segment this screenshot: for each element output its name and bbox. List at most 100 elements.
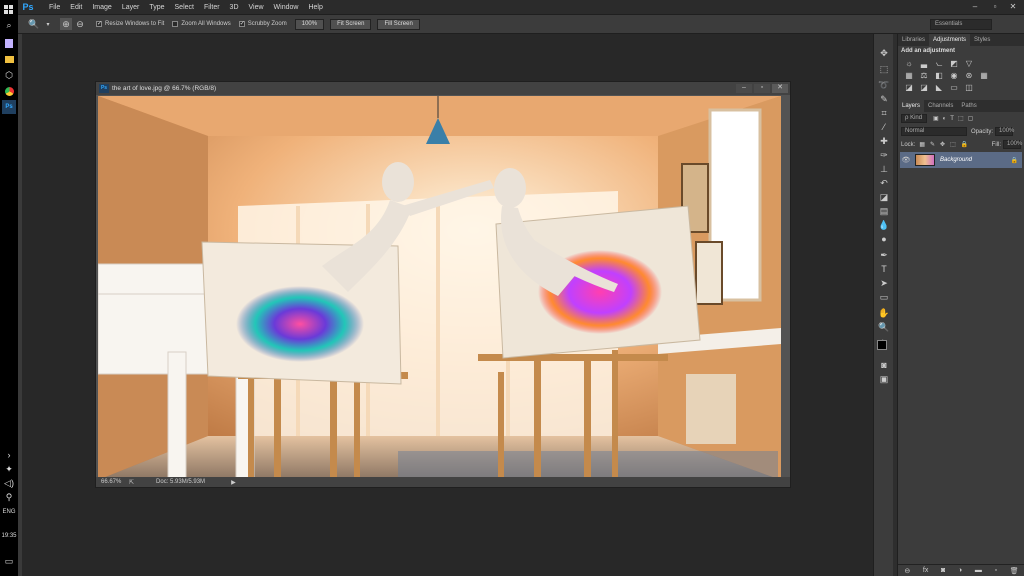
quick-mask-icon[interactable]: ◙ — [877, 358, 891, 372]
dodge-tool-icon[interactable]: ● — [877, 232, 891, 246]
menu-edit[interactable]: Edit — [65, 4, 87, 11]
brush-tool-icon[interactable]: ✑ — [877, 148, 891, 162]
pen-tool-icon[interactable]: ✒ — [877, 248, 891, 262]
fx-icon[interactable]: fx — [923, 567, 928, 574]
crop-tool-icon[interactable]: ⌗ — [877, 106, 891, 120]
shape-tool-icon[interactable]: ▭ — [877, 290, 891, 304]
canvas-image[interactable] — [98, 96, 781, 480]
zoom-100-button[interactable]: 100% — [294, 18, 325, 30]
filter-icons[interactable]: ▣◐T⬚▢ — [933, 115, 977, 122]
gradient-map-icon[interactable]: ▭ — [947, 82, 961, 94]
dropbox-icon[interactable]: ✦ — [2, 462, 16, 476]
vibrance-icon[interactable]: ▽ — [962, 58, 976, 70]
minimize-icon[interactable]: – — [966, 0, 984, 14]
zoom-all-windows-checkbox[interactable]: Zoom All Windows — [172, 21, 231, 27]
threshold-icon[interactable]: ◣ — [932, 82, 946, 94]
move-tool-icon[interactable]: ✥ — [877, 46, 891, 60]
menu-select[interactable]: Select — [170, 4, 199, 11]
menu-filter[interactable]: Filter — [199, 4, 225, 11]
tab-channels[interactable]: Channels — [924, 100, 957, 112]
file-explorer-icon[interactable] — [2, 52, 16, 66]
clock[interactable]: 19:35 — [0, 533, 18, 539]
opacity-field[interactable]: 100% — [995, 127, 1014, 136]
stamp-tool-icon[interactable]: ⊥ — [877, 162, 891, 176]
blur-tool-icon[interactable]: 💧 — [877, 218, 891, 232]
tab-libraries[interactable]: Libraries — [898, 34, 929, 46]
fit-screen-button[interactable]: Fit Screen — [330, 18, 372, 30]
curves-icon[interactable]: ⦦ — [932, 58, 946, 70]
eraser-tool-icon[interactable]: ◪ — [877, 190, 891, 204]
cube-icon[interactable]: ⬡ — [2, 68, 16, 82]
app-icon-purple[interactable] — [2, 36, 16, 50]
color-lookup-icon[interactable]: ▦ — [977, 70, 991, 82]
channel-mixer-icon[interactable]: ⊛ — [962, 70, 976, 82]
doc-minimize-icon[interactable]: – — [736, 84, 752, 93]
kind-filter-select[interactable]: ρ Kind — [901, 114, 927, 123]
menu-image[interactable]: Image — [87, 4, 116, 11]
tab-paths[interactable]: Paths — [957, 100, 980, 112]
new-group-icon[interactable]: ▬ — [975, 567, 982, 574]
resize-windows-checkbox[interactable]: ✓ Resize Windows to Fit — [96, 21, 164, 27]
hand-tool-icon[interactable]: ✋ — [877, 306, 891, 320]
tab-styles[interactable]: Styles — [970, 34, 994, 46]
eye-visibility-icon[interactable]: 👁 — [900, 156, 912, 164]
maximize-icon[interactable]: ▫ — [986, 0, 1004, 14]
selective-color-icon[interactable]: ◫ — [962, 82, 976, 94]
scrubby-zoom-checkbox[interactable]: ✓ Scrubby Zoom — [238, 21, 287, 27]
color-balance-icon[interactable]: ⚖ — [917, 70, 931, 82]
tab-adjustments[interactable]: Adjustments — [929, 34, 971, 46]
menu-file[interactable]: File — [44, 4, 65, 11]
menu-window[interactable]: Window — [269, 4, 304, 11]
blend-mode-select[interactable]: Normal — [901, 127, 967, 136]
layer-row-background[interactable]: 👁 Background 🔒 — [900, 152, 1022, 168]
link-layers-icon[interactable]: ⊖ — [904, 567, 910, 575]
black-white-icon[interactable]: ◧ — [932, 70, 946, 82]
new-adjustment-icon[interactable]: ◑ — [958, 567, 962, 574]
posterize-icon[interactable]: ◪ — [917, 82, 931, 94]
workspace-select[interactable]: Essentials — [930, 19, 992, 30]
menu-3d[interactable]: 3D — [225, 4, 244, 11]
healing-tool-icon[interactable]: ✚ — [877, 134, 891, 148]
close-icon[interactable]: ✕ — [1004, 0, 1022, 14]
document-window[interactable]: Ps the art of love.jpg @ 66.7% (RGB/8) –… — [95, 81, 791, 488]
eyedropper-tool-icon[interactable]: ⁄ — [877, 120, 891, 134]
levels-icon[interactable]: ▃ — [917, 58, 931, 70]
notification-icon[interactable]: ▭ — [2, 554, 16, 568]
add-mask-icon[interactable]: ◙ — [941, 567, 945, 574]
zoom-in-icon[interactable]: ⊕ — [60, 18, 72, 30]
doc-maximize-icon[interactable]: ▫ — [754, 84, 770, 93]
delete-layer-icon[interactable]: 🗑 — [1010, 567, 1019, 575]
layer-name[interactable]: Background — [940, 157, 972, 163]
brightness-icon[interactable]: ☼ — [902, 58, 916, 70]
document-titlebar[interactable]: Ps the art of love.jpg @ 66.7% (RGB/8) –… — [96, 82, 790, 95]
zoom-tool-icon[interactable]: 🔍 — [28, 18, 40, 30]
fill-field[interactable]: 100% — [1003, 140, 1022, 149]
volume-icon[interactable]: ◁) — [2, 476, 16, 490]
lock-icons[interactable]: ▦✎✥⬚🔒 — [919, 141, 973, 148]
screen-mode-icon[interactable]: ▣ — [877, 372, 891, 386]
path-select-tool-icon[interactable]: ➤ — [877, 276, 891, 290]
fill-screen-button[interactable]: Fill Screen — [377, 18, 420, 30]
chrome-icon[interactable] — [2, 84, 16, 98]
status-menu-arrow-icon[interactable]: ▶ — [231, 479, 236, 486]
windows-start-icon[interactable] — [2, 3, 16, 17]
menu-layer[interactable]: Layer — [117, 4, 145, 11]
quick-select-tool-icon[interactable]: ✎ — [877, 92, 891, 106]
search-icon[interactable]: ⌕ — [2, 18, 16, 32]
menu-type[interactable]: Type — [144, 4, 169, 11]
foreground-color-swatch[interactable] — [877, 340, 887, 350]
zoom-level[interactable]: 66.67% — [101, 479, 123, 485]
zoom-tool-icon[interactable]: 🔍 — [877, 320, 891, 334]
hue-saturation-icon[interactable]: ▦ — [902, 70, 916, 82]
gradient-tool-icon[interactable]: ▤ — [877, 204, 891, 218]
type-tool-icon[interactable]: T — [877, 262, 891, 276]
dropdown-arrow-icon[interactable]: ▾ — [42, 18, 54, 30]
language-indicator[interactable]: ENG — [0, 509, 18, 515]
zoom-out-icon[interactable]: ⊖ — [74, 18, 86, 30]
exposure-icon[interactable]: ◩ — [947, 58, 961, 70]
lasso-tool-icon[interactable]: ➰ — [877, 78, 891, 92]
new-layer-icon[interactable]: ▫ — [995, 567, 997, 574]
menu-view[interactable]: View — [244, 4, 269, 11]
chevron-up-icon[interactable]: › — [2, 448, 16, 462]
share-icon[interactable]: ⇱ — [129, 479, 134, 486]
